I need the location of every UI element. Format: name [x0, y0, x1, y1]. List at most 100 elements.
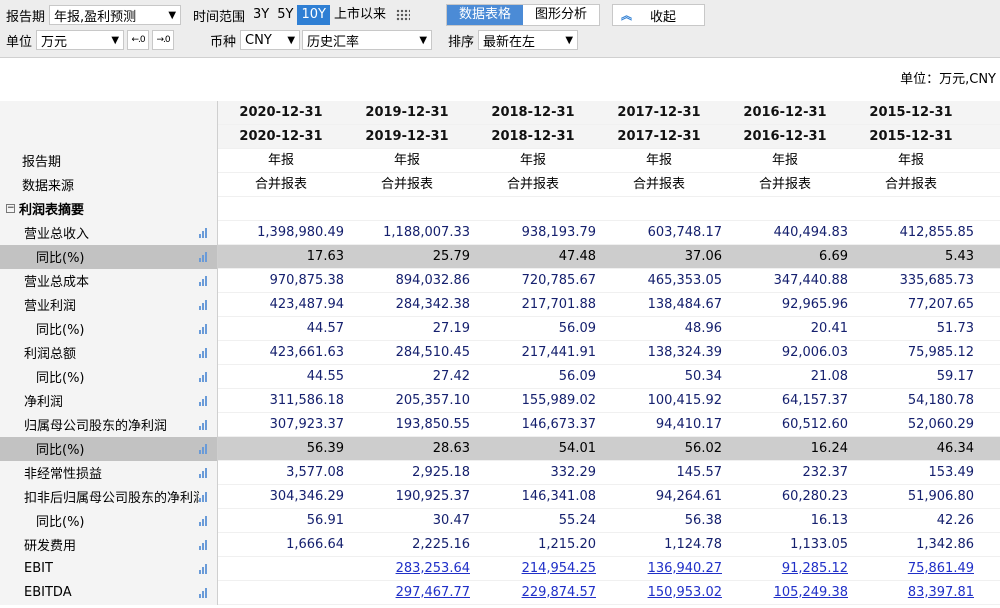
row-header: 同比(%) [0, 508, 218, 533]
table-cell: 50.34 [684, 368, 722, 384]
table-cell: 56.91 [306, 512, 344, 528]
collapse-button[interactable]: ︽ 收起 [612, 4, 706, 26]
table-cell: 423,487.94 [269, 296, 344, 312]
row-header: 利润总额 [0, 340, 218, 365]
table-cell[interactable]: 150,953.02 [596, 581, 722, 605]
column-header-date[interactable]: 2019-12-31 [344, 101, 470, 125]
toolbar-row-2: 单位 万元 ▼ ←.0 →.0 币种 CNY ▼ 历史汇率 ▼ 排序 最新在左 … [0, 27, 579, 53]
range-3y-button[interactable]: 3Y [249, 5, 273, 25]
bar-chart-icon[interactable] [199, 491, 211, 502]
table-cell: 440,494.83 [773, 224, 848, 240]
table-cell: 56.09 [558, 368, 596, 384]
table-cell: 54,180.78 [907, 392, 974, 408]
column-header-date[interactable]: 2017-12-31 [596, 101, 722, 125]
table-cell[interactable]: 105,249.38 [722, 581, 848, 605]
table-cell[interactable]: 136,940.27 [596, 557, 722, 581]
row-label: EBIT [24, 561, 53, 576]
table-cell[interactable] [218, 557, 344, 581]
table-row: 同比(%) 56.91 30.47 55.24 56.38 16.13 42.26 [0, 508, 1000, 533]
table-cell: 894,032.86 [395, 272, 470, 288]
row-label: 研发费用 [24, 539, 77, 554]
currency-label: 币种 [210, 34, 237, 50]
bar-chart-icon[interactable] [199, 323, 211, 334]
bar-chart-icon[interactable] [199, 515, 211, 526]
table-cell: 合并报表 [758, 176, 811, 192]
decrease-decimal-icon[interactable]: ←.0 [127, 30, 150, 50]
row-header: 归属母公司股东的净利润 [0, 412, 218, 437]
column-header-date[interactable]: 2018-12-31 [470, 101, 596, 125]
row-header: 同比(%) [0, 364, 218, 389]
table-cell: 20.41 [810, 320, 848, 336]
row-label: 利润总额 [24, 347, 77, 362]
increase-decimal-icon[interactable]: →.0 [152, 30, 175, 50]
chevron-up-icon: ︽ [621, 9, 632, 22]
unit-note: 单位：万元,CNY [900, 72, 996, 87]
table-cell: 92,006.03 [781, 344, 848, 360]
table-cell: 56.02 [684, 440, 722, 456]
bar-chart-icon[interactable] [199, 395, 211, 406]
row-label: 营业总成本 [24, 275, 90, 290]
table-cell: 44.55 [306, 368, 344, 384]
table-cell[interactable]: 214,954.25 [470, 557, 596, 581]
bar-chart-icon[interactable] [199, 299, 211, 310]
table-cell: 47.48 [558, 248, 596, 264]
bar-chart-icon[interactable] [199, 419, 211, 430]
tab-data-table[interactable]: 数据表格 [446, 5, 523, 25]
table-cell: 年报 [267, 152, 294, 168]
table-cell: 603,748.17 [647, 224, 722, 240]
range-10y-button[interactable]: 10Y [297, 5, 330, 25]
table-row: 同比(%) 44.55 27.42 56.09 50.34 21.08 59.17 [0, 364, 1000, 389]
bar-chart-icon[interactable] [199, 587, 211, 598]
unit-select[interactable]: 万元 ▼ [36, 30, 125, 50]
bar-chart-icon[interactable] [199, 443, 211, 454]
table-cell: 217,441.91 [521, 344, 596, 360]
column-subheader-date: 2019-12-31 [365, 128, 449, 144]
grid-icon[interactable] [395, 9, 410, 21]
column-header-date[interactable]: 2016-12-31 [722, 101, 848, 125]
fx-select[interactable]: 历史汇率 ▼ [302, 30, 433, 50]
chevron-down-icon: ▼ [565, 34, 574, 46]
collapse-section-icon[interactable]: − [6, 204, 15, 213]
table-cell: 720,785.67 [521, 272, 596, 288]
table-cell[interactable]: 83,397.81 [848, 581, 974, 605]
row-header: EBITDA [0, 580, 218, 605]
table-cell: 42.26 [936, 512, 974, 528]
table-cell: 138,324.39 [647, 344, 722, 360]
bar-chart-icon[interactable] [199, 371, 211, 382]
range-since-ipo-button[interactable]: 上市以来 [330, 5, 390, 25]
bar-chart-icon[interactable] [199, 539, 211, 550]
chevron-down-icon: ▼ [111, 34, 120, 46]
bar-chart-icon[interactable] [199, 227, 211, 238]
table-cell: 77,207.65 [907, 296, 974, 312]
table-cell: 2,925.18 [412, 464, 470, 480]
bar-chart-icon[interactable] [199, 275, 211, 286]
section-header-row: − 利润表摘要 [0, 196, 1000, 221]
table-cell: 51,906.80 [907, 488, 974, 504]
table-cell[interactable]: 91,285.12 [722, 557, 848, 581]
bar-chart-icon[interactable] [199, 347, 211, 358]
bar-chart-icon[interactable] [199, 563, 211, 574]
table-cell: 465,353.05 [647, 272, 722, 288]
table-cell[interactable]: 283,253.64 [344, 557, 470, 581]
column-header-date[interactable]: 2020-12-31 [218, 101, 344, 125]
table-cell[interactable]: 229,874.57 [470, 581, 596, 605]
bar-chart-icon[interactable] [199, 467, 211, 478]
sort-select[interactable]: 最新在左 ▼ [478, 30, 579, 50]
table-cell: 64,157.37 [781, 392, 848, 408]
table-cell[interactable] [218, 581, 344, 605]
tab-chart-analysis[interactable]: 图形分析 [523, 5, 599, 25]
table-cell[interactable]: 297,467.77 [344, 581, 470, 605]
currency-select[interactable]: CNY ▼ [240, 30, 301, 50]
range-5y-button[interactable]: 5Y [273, 5, 297, 25]
table-cell: 3,577.08 [286, 464, 344, 480]
table-cell[interactable]: 75,861.49 [848, 557, 974, 581]
table-cell: 92,965.96 [781, 296, 848, 312]
column-header-date[interactable]: 2015-12-31 [848, 101, 974, 125]
table-cell: 60,512.60 [781, 416, 848, 432]
view-tabs: 数据表格 图形分析 [445, 4, 600, 26]
chevron-down-icon: ▼ [419, 34, 428, 46]
bar-chart-icon[interactable] [199, 251, 211, 262]
table-cell: 1,124.78 [664, 536, 722, 552]
report-period-select[interactable]: 年报,盈利预测 ▼ [49, 5, 182, 25]
column-subheader-date: 2018-12-31 [491, 128, 575, 144]
